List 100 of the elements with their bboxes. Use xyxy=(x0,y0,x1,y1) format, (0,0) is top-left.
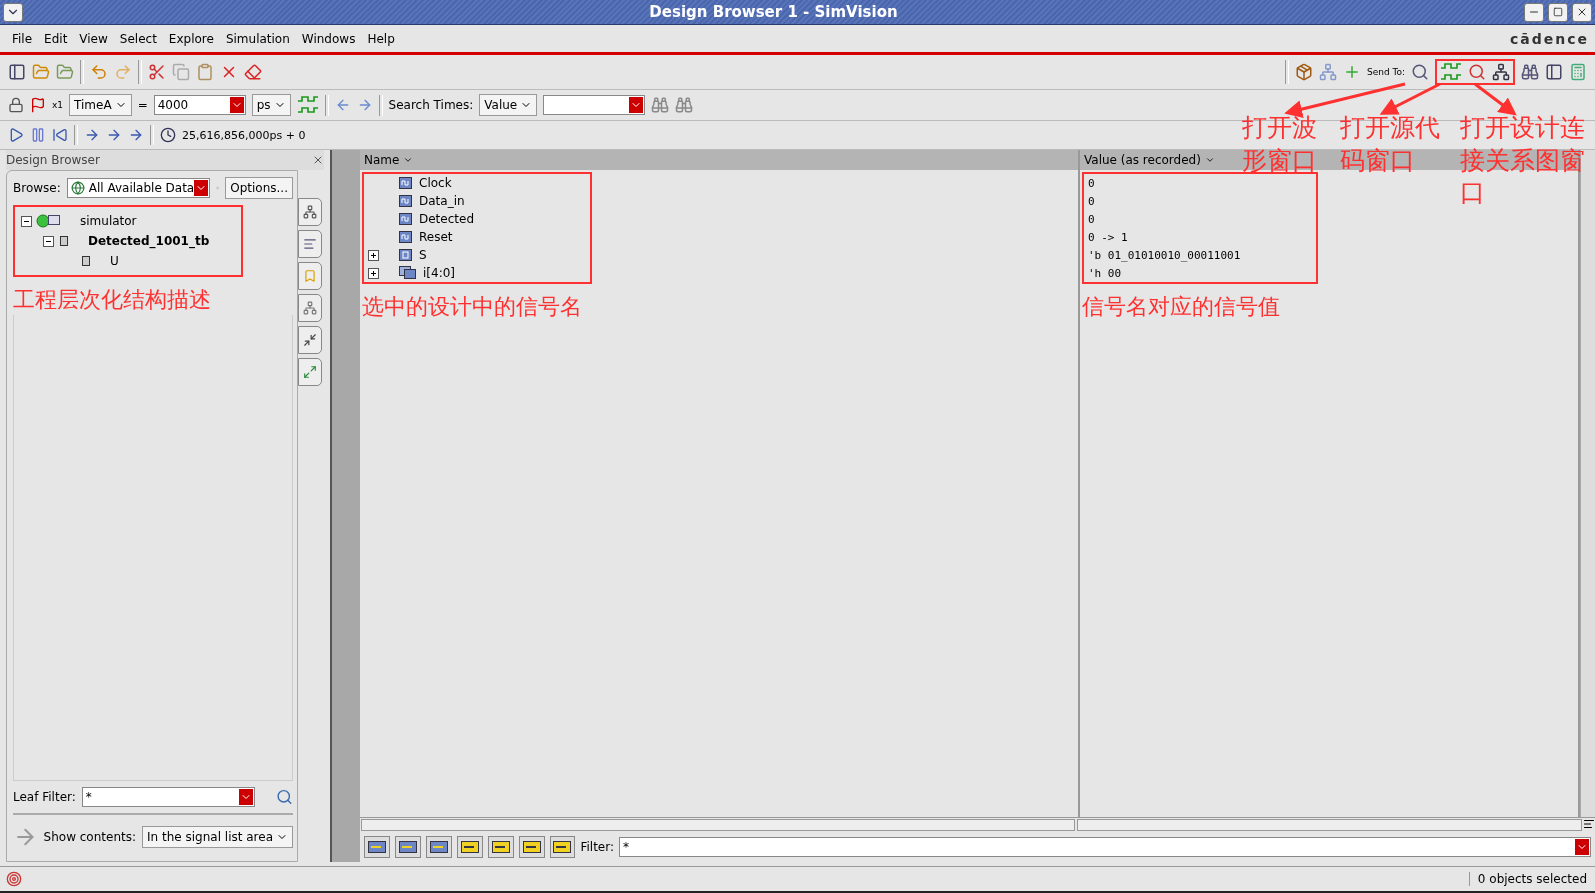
unit-select[interactable]: ps xyxy=(251,94,291,116)
menu-item[interactable]: Select xyxy=(113,31,163,46)
side-tab[interactable] xyxy=(298,198,322,226)
signal-name[interactable]: i[4:0] xyxy=(423,266,455,280)
menu-item[interactable]: Simulation xyxy=(219,31,296,46)
toolbar-button[interactable] xyxy=(518,836,545,858)
close-icon[interactable] xyxy=(312,154,324,166)
tree-item[interactable]: simulator xyxy=(80,214,137,228)
search-icon[interactable] xyxy=(276,788,293,806)
signal-name[interactable]: S xyxy=(419,248,427,262)
horizontal-scrollbar[interactable] xyxy=(361,819,1075,831)
browse-select[interactable]: All Available Data xyxy=(66,178,211,198)
window-menu-button[interactable] xyxy=(3,2,23,22)
show-contents-label: Show contents: xyxy=(43,830,136,844)
expand-toggle[interactable] xyxy=(368,249,379,261)
column-header[interactable]: Value (as recorded) xyxy=(1084,153,1215,167)
schematic-search-icon[interactable] xyxy=(1411,63,1429,81)
pause-icon[interactable] xyxy=(30,127,46,143)
menu-item[interactable]: File xyxy=(6,31,39,46)
toolbar-button[interactable] xyxy=(456,836,483,858)
annotation-text: 打开设计连接关系图窗口 xyxy=(1460,112,1585,209)
signal-value: 'h 00 xyxy=(1088,265,1123,282)
step-over-icon[interactable] xyxy=(106,127,122,143)
signal-name[interactable]: Detected xyxy=(419,212,474,226)
search-mode-select[interactable]: Value xyxy=(479,94,538,116)
menu-item[interactable]: Windows xyxy=(295,31,362,46)
collapse-toggle[interactable] xyxy=(21,215,32,227)
toolbar-button[interactable] xyxy=(549,836,576,858)
maximize-icon xyxy=(1553,7,1563,17)
toolbar-button[interactable] xyxy=(394,836,421,858)
paste-icon[interactable] xyxy=(196,63,214,81)
waveform-icon[interactable] xyxy=(1440,63,1462,81)
hierarchy-icon[interactable] xyxy=(1318,63,1337,81)
signal-value: 0 xyxy=(1088,175,1096,192)
options-button[interactable]: Options... xyxy=(225,177,293,199)
signal-value: 0 xyxy=(1088,193,1096,210)
marker-select[interactable]: TimeA xyxy=(69,94,132,116)
toolbar-button[interactable] xyxy=(487,836,514,858)
close-icon xyxy=(1576,6,1588,18)
new-window-icon[interactable] xyxy=(8,63,26,81)
side-tab[interactable] xyxy=(298,326,322,354)
undo-icon[interactable] xyxy=(90,63,108,81)
horizontal-scrollbar[interactable] xyxy=(1077,819,1582,831)
clock-icon[interactable] xyxy=(160,127,176,143)
filter-field[interactable]: * xyxy=(619,837,1591,857)
step-out-icon[interactable] xyxy=(128,127,144,143)
expand-toggle[interactable] xyxy=(368,267,379,279)
cut-icon[interactable] xyxy=(148,63,166,81)
menu-item[interactable]: Help xyxy=(361,31,401,46)
run-icon[interactable] xyxy=(8,127,24,143)
side-tab[interactable] xyxy=(298,230,322,258)
panel-title: Design Browser xyxy=(6,153,100,167)
minimize-button[interactable] xyxy=(1524,2,1544,22)
side-tab[interactable] xyxy=(298,294,322,322)
toolbar-button[interactable] xyxy=(425,836,452,858)
waveform-marker-icon[interactable] xyxy=(296,96,319,114)
status-text: 0 objects selected xyxy=(1468,872,1595,886)
leaf-filter-field[interactable]: * xyxy=(81,787,255,807)
close-button[interactable] xyxy=(1572,2,1592,22)
open-folder-icon[interactable] xyxy=(32,63,50,81)
bookmark-icon xyxy=(303,269,317,283)
marker-flag-icon[interactable] xyxy=(30,97,46,113)
expand-icon xyxy=(303,365,317,379)
signal-name[interactable]: Clock xyxy=(419,176,452,190)
signal-name[interactable]: Reset xyxy=(419,230,453,244)
collapse-toggle[interactable] xyxy=(43,235,54,247)
brand-logo: cādence xyxy=(1509,30,1589,47)
annotation-text: 信号名对应的信号值 xyxy=(1082,293,1281,321)
side-tab[interactable] xyxy=(298,358,322,386)
maximize-button[interactable] xyxy=(1548,2,1568,22)
menu-item[interactable]: Explore xyxy=(162,31,220,46)
search-field[interactable] xyxy=(543,95,646,115)
calculator-icon[interactable] xyxy=(1569,63,1587,81)
eraser-icon[interactable] xyxy=(244,63,262,81)
equals-label: = xyxy=(137,98,148,112)
package-icon[interactable] xyxy=(1294,63,1313,81)
toolbar-button[interactable] xyxy=(364,836,390,858)
align-icon[interactable] xyxy=(1583,818,1595,830)
leaf-filter-label: Leaf Filter: xyxy=(13,790,76,804)
step-icon[interactable] xyxy=(84,127,100,143)
search-back-icon[interactable] xyxy=(651,96,670,114)
menu-item[interactable]: Edit xyxy=(38,31,74,46)
menu-item[interactable]: View xyxy=(73,31,114,46)
schematic-icon[interactable] xyxy=(1492,63,1510,81)
side-tab[interactable] xyxy=(298,262,322,290)
rewind-icon[interactable] xyxy=(52,127,68,143)
panel-icon[interactable] xyxy=(1545,63,1563,81)
tree-item[interactable]: U xyxy=(110,254,119,268)
source-search-icon[interactable] xyxy=(1468,63,1486,81)
show-contents-select[interactable]: In the signal list area xyxy=(142,826,293,848)
collapse-icon xyxy=(303,333,317,347)
target-icon[interactable] xyxy=(6,871,22,887)
search-forward-icon[interactable] xyxy=(675,96,694,114)
window-title: Design Browser 1 - SimVision xyxy=(648,3,899,21)
column-header[interactable]: Name xyxy=(364,153,414,167)
signal-name[interactable]: Data_in xyxy=(419,194,465,208)
lock-icon[interactable] xyxy=(8,97,24,113)
tree-item[interactable]: Detected_1001_tb xyxy=(88,234,210,248)
time-field[interactable]: 4000 xyxy=(153,95,246,115)
folder-icon[interactable] xyxy=(56,63,74,81)
